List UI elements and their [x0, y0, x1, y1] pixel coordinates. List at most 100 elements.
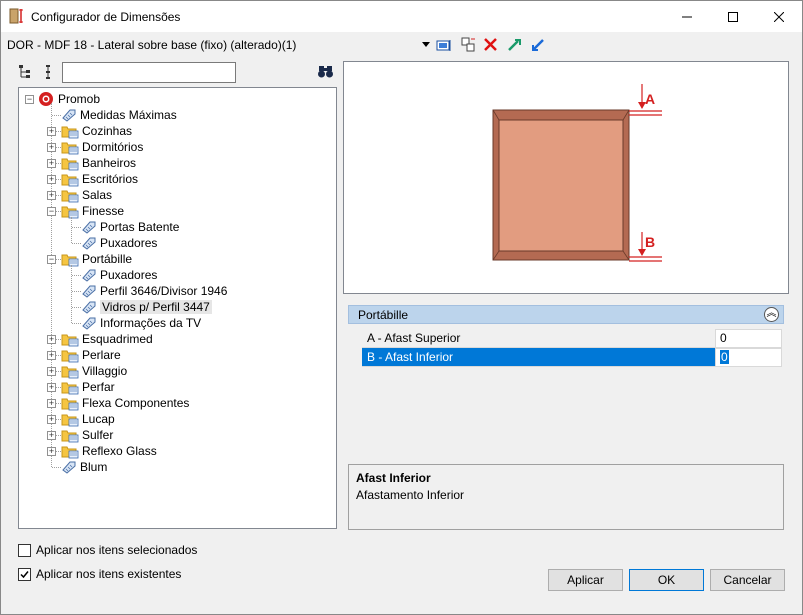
- tree-expander[interactable]: +: [47, 415, 56, 424]
- minimize-button[interactable]: [664, 1, 710, 32]
- tree-item-label: Reflexo Glass: [82, 444, 157, 458]
- tree-item-esquadrimed[interactable]: Esquadrimed: [61, 331, 153, 347]
- apply-selected-checkbox-row[interactable]: Aplicar nos itens selecionados: [18, 543, 197, 557]
- tree-guide-line: [72, 307, 81, 308]
- tree-expander[interactable]: −: [47, 207, 56, 216]
- description-text: Afastamento Inferior: [356, 488, 465, 502]
- copy-dimensions-icon[interactable]: [459, 36, 477, 54]
- category-tree[interactable]: − Promob Medidas Máximas + Cozinhas + Dormitór…: [18, 87, 337, 529]
- apply-selected-checkbox[interactable]: [18, 543, 31, 557]
- tree-item-dormitorios[interactable]: Dormitórios: [61, 139, 143, 155]
- dimension-tag-icon: [82, 237, 96, 250]
- tree-item-label: Flexa Componentes: [82, 396, 190, 410]
- collapse-tree-icon[interactable]: [40, 63, 58, 81]
- import-icon[interactable]: [529, 36, 547, 54]
- maximize-button[interactable]: [710, 1, 756, 32]
- search-input[interactable]: [62, 62, 236, 83]
- marker-label-b: B: [645, 234, 655, 250]
- tree-expander[interactable]: +: [47, 335, 56, 344]
- screen-view-icon[interactable]: [435, 36, 453, 54]
- tree-item-label: Perfil 3646/Divisor 1946: [100, 284, 228, 298]
- tree-item-label: Perfar: [82, 380, 115, 394]
- tree-item-blum[interactable]: Blum: [61, 459, 107, 475]
- delete-icon[interactable]: [482, 36, 500, 54]
- tree-guide-line: [72, 243, 81, 244]
- tree-item-perlare[interactable]: Perlare: [61, 347, 121, 363]
- tree-item-villaggio[interactable]: Villaggio: [61, 363, 127, 379]
- tree-item-cozinhas[interactable]: Cozinhas: [61, 123, 132, 139]
- tree-item-lucap[interactable]: Lucap: [61, 411, 115, 427]
- property-value-input[interactable]: 0: [715, 329, 782, 348]
- property-label: B - Afast Inferior: [362, 348, 715, 367]
- folder-icon: [61, 382, 79, 394]
- property-value-input[interactable]: 0: [715, 348, 782, 367]
- apply-existing-checkbox-row[interactable]: Aplicar nos itens existentes: [18, 567, 181, 581]
- tree-item-label: Informações da TV: [100, 316, 202, 330]
- dimension-tag-icon: [62, 109, 76, 122]
- tree-expander[interactable]: +: [47, 143, 56, 152]
- tree-guide-line: [72, 291, 81, 292]
- property-row-afast-inferior[interactable]: B - Afast Inferior 0: [362, 348, 782, 367]
- tree-expander[interactable]: +: [47, 447, 56, 456]
- tree-item-label: Villaggio: [82, 364, 128, 378]
- tree-item-label: Puxadores: [100, 268, 158, 282]
- property-label: A - Afast Superior: [362, 329, 715, 348]
- collapse-group-icon[interactable]: ︽: [764, 307, 779, 322]
- tree-expander[interactable]: +: [47, 431, 56, 440]
- tree-item-reflexo-glass[interactable]: Reflexo Glass: [61, 443, 157, 459]
- tree-item-informacoes-da-tv[interactable]: Informações da TV: [81, 315, 201, 331]
- tree-item-label: Salas: [82, 188, 113, 202]
- export-icon[interactable]: [506, 36, 524, 54]
- tree-item-label: Dormitórios: [82, 140, 144, 154]
- tree-item-escritorios[interactable]: Escritórios: [61, 171, 138, 187]
- apply-selected-label: Aplicar nos itens selecionados: [36, 543, 198, 557]
- tree-item-perfar[interactable]: Perfar: [61, 379, 115, 395]
- tree-expander[interactable]: +: [47, 367, 56, 376]
- property-row-afast-superior[interactable]: A - Afast Superior 0: [362, 329, 782, 348]
- tree-expander[interactable]: −: [25, 94, 34, 104]
- tree-guide-line: [72, 323, 81, 324]
- property-group-header[interactable]: Portábille ︽: [348, 305, 784, 324]
- tree-item-label: Esquadrimed: [82, 332, 153, 346]
- tree-expander[interactable]: +: [47, 351, 56, 360]
- close-button[interactable]: [756, 1, 802, 32]
- tree-expander[interactable]: −: [47, 255, 56, 264]
- tree-item-label: Finesse: [82, 204, 125, 218]
- ok-button[interactable]: OK: [629, 569, 704, 591]
- tree-item-medidas-maximas[interactable]: Medidas Máximas: [61, 107, 177, 123]
- expand-tree-icon[interactable]: [18, 63, 36, 81]
- dimension-tag-icon: [82, 317, 96, 330]
- cancel-button[interactable]: Cancelar: [710, 569, 785, 591]
- binoculars-icon[interactable]: [317, 63, 335, 81]
- tree-expander[interactable]: +: [47, 383, 56, 392]
- tree-expander[interactable]: +: [47, 191, 56, 200]
- tree-expander[interactable]: +: [47, 399, 56, 408]
- apply-existing-checkbox[interactable]: [18, 567, 31, 581]
- dimension-tag-icon: [82, 269, 96, 282]
- tree-item-label: Sulfer: [82, 428, 114, 442]
- tree-root-promob[interactable]: − Promob: [25, 91, 100, 107]
- tree-expander[interactable]: +: [47, 175, 56, 184]
- tree-item-label: Lucap: [82, 412, 115, 426]
- folder-icon: [61, 366, 79, 378]
- folder-icon: [61, 430, 79, 442]
- tree-item-puxadores[interactable]: Puxadores: [81, 267, 157, 283]
- apply-button[interactable]: Aplicar: [548, 569, 623, 591]
- tree-item-puxadores[interactable]: Puxadores: [81, 235, 157, 251]
- tree-item-flexa-componentes[interactable]: Flexa Componentes: [61, 395, 189, 411]
- tree-item-label: Puxadores: [100, 236, 158, 250]
- title-bar: Configurador de Dimensões: [1, 1, 802, 32]
- tree-item-label: Portábille: [82, 252, 133, 266]
- tree-item-salas[interactable]: Salas: [61, 187, 112, 203]
- tree-item-vidros-p-perfil-3447[interactable]: Vidros p/ Perfil 3447: [81, 299, 212, 315]
- folder-icon: [61, 254, 79, 266]
- tree-item-portas-batente[interactable]: Portas Batente: [81, 219, 179, 235]
- item-dropdown-arrow-icon[interactable]: [422, 42, 430, 48]
- tree-expander[interactable]: +: [47, 159, 56, 168]
- tree-item-perfil-3646-divisor-1946[interactable]: Perfil 3646/Divisor 1946: [81, 283, 227, 299]
- tree-expander[interactable]: +: [47, 127, 56, 136]
- tree-item-banheiros[interactable]: Banheiros: [61, 155, 136, 171]
- tree-item-sulfer[interactable]: Sulfer: [61, 427, 113, 443]
- apply-existing-label: Aplicar nos itens existentes: [36, 567, 182, 581]
- item-name-label: DOR - MDF 18 - Lateral sobre base (fixo)…: [7, 38, 297, 52]
